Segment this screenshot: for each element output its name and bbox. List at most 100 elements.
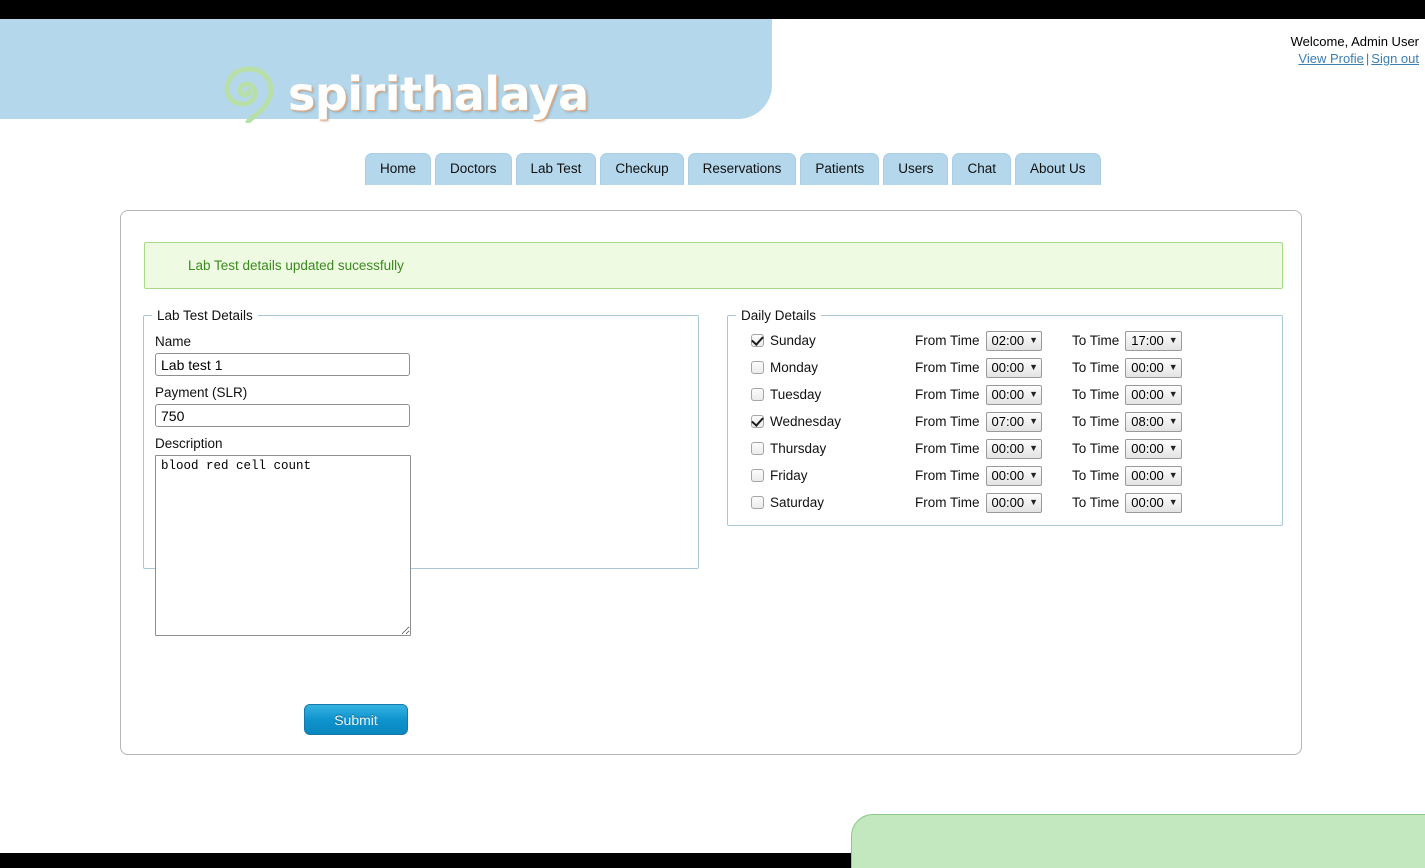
to-time-label-tuesday: To Time [1072,387,1119,402]
day-label-friday: Friday [770,468,915,483]
day-label-tuesday: Tuesday [770,387,915,402]
nav-tab-lab-test[interactable]: Lab Test [516,153,597,185]
to-time-value-saturday: 00:00 [1131,495,1164,510]
chevron-down-icon: ▼ [1169,498,1178,507]
daily-details-fieldset: Daily Details Sunday From Time 02:00 ▼ T… [727,308,1283,526]
from-time-label-tuesday: From Time [915,387,980,402]
account-links: View Profie|Sign out [1291,51,1419,67]
to-time-select-friday[interactable]: 00:00 ▼ [1125,466,1181,486]
day-row-tuesday: Tuesday From Time 00:00 ▼ To Time 00:00 … [741,381,1282,408]
to-time-select-monday[interactable]: 00:00 ▼ [1125,358,1181,378]
from-time-select-thursday[interactable]: 00:00 ▼ [986,439,1042,459]
lab-test-details-fieldset: Lab Test Details Name Payment (SLR) Desc… [143,308,699,569]
to-time-value-friday: 00:00 [1131,468,1164,483]
site-header: spirithalaya [0,19,772,119]
success-alert: Lab Test details updated sucessfully [144,242,1283,289]
to-time-label-saturday: To Time [1072,495,1119,510]
to-time-select-wednesday[interactable]: 08:00 ▼ [1125,412,1181,432]
nav-tab-about-us[interactable]: About Us [1015,153,1101,185]
success-alert-message: Lab Test details updated sucessfully [188,258,404,273]
chevron-down-icon: ▼ [1029,390,1038,399]
nav-tab-patients[interactable]: Patients [800,153,879,185]
chevron-down-icon: ▼ [1029,363,1038,372]
account-block: Welcome, Admin User View Profie|Sign out [1291,34,1419,67]
day-checkbox-monday[interactable] [751,361,764,374]
daily-details-legend: Daily Details [736,308,821,323]
day-row-saturday: Saturday From Time 00:00 ▼ To Time 00:00… [741,489,1282,516]
to-time-value-wednesday: 08:00 [1131,414,1164,429]
chevron-down-icon: ▼ [1029,498,1038,507]
from-time-label-monday: From Time [915,360,980,375]
from-time-select-tuesday[interactable]: 00:00 ▼ [986,385,1042,405]
nav-tab-checkup[interactable]: Checkup [600,153,683,185]
chevron-down-icon: ▼ [1169,417,1178,426]
to-time-label-sunday: To Time [1072,333,1119,348]
name-input[interactable] [155,353,410,376]
chevron-down-icon: ▼ [1169,363,1178,372]
page-body: spirithalaya Welcome, Admin User View Pr… [0,19,1425,853]
from-time-select-sunday[interactable]: 02:00 ▼ [986,331,1042,351]
to-time-value-tuesday: 00:00 [1131,387,1164,402]
to-time-select-saturday[interactable]: 00:00 ▼ [1125,493,1181,513]
to-time-select-tuesday[interactable]: 00:00 ▼ [1125,385,1181,405]
from-time-select-saturday[interactable]: 00:00 ▼ [986,493,1042,513]
description-label: Description [155,436,698,451]
to-time-label-wednesday: To Time [1072,414,1119,429]
chevron-down-icon: ▼ [1169,444,1178,453]
main-content-panel: Lab Test details updated sucessfully Lab… [120,210,1302,755]
from-time-select-friday[interactable]: 00:00 ▼ [986,466,1042,486]
brand-logo[interactable]: spirithalaya [222,65,589,123]
from-time-value-saturday: 00:00 [992,495,1025,510]
from-time-label-thursday: From Time [915,441,980,456]
day-checkbox-saturday[interactable] [751,496,764,509]
name-label: Name [155,334,698,349]
nav-tab-chat[interactable]: Chat [952,153,1011,185]
sign-out-link[interactable]: Sign out [1371,51,1419,66]
day-row-sunday: Sunday From Time 02:00 ▼ To Time 17:00 ▼ [741,327,1282,354]
nav-tab-home[interactable]: Home [365,153,431,185]
chevron-down-icon: ▼ [1169,336,1178,345]
day-checkbox-sunday[interactable] [751,334,764,347]
day-label-thursday: Thursday [770,441,915,456]
brand-name: spirithalaya [288,67,589,121]
from-time-select-monday[interactable]: 00:00 ▼ [986,358,1042,378]
submit-button[interactable]: Submit [304,704,408,735]
nav-tab-reservations[interactable]: Reservations [688,153,797,185]
link-separator: | [1366,51,1369,66]
nav-tab-doctors[interactable]: Doctors [435,153,512,185]
from-time-label-wednesday: From Time [915,414,980,429]
chevron-down-icon: ▼ [1029,444,1038,453]
chevron-down-icon: ▼ [1029,336,1038,345]
to-time-select-thursday[interactable]: 00:00 ▼ [1125,439,1181,459]
payment-input[interactable] [155,404,410,427]
from-time-value-friday: 00:00 [992,468,1025,483]
day-row-wednesday: Wednesday From Time 07:00 ▼ To Time 08:0… [741,408,1282,435]
day-label-wednesday: Wednesday [770,414,915,429]
from-time-value-thursday: 00:00 [992,441,1025,456]
day-checkbox-wednesday[interactable] [751,415,764,428]
description-textarea[interactable]: blood red cell count [155,455,411,636]
to-time-select-sunday[interactable]: 17:00 ▼ [1125,331,1181,351]
footer-panel [851,814,1425,868]
day-checkbox-thursday[interactable] [751,442,764,455]
page-root: spirithalaya Welcome, Admin User View Pr… [0,0,1425,868]
from-time-value-wednesday: 07:00 [992,414,1025,429]
nav-tab-users[interactable]: Users [883,153,948,185]
chevron-down-icon: ▼ [1169,390,1178,399]
day-row-monday: Monday From Time 00:00 ▼ To Time 00:00 ▼ [741,354,1282,381]
day-checkbox-friday[interactable] [751,469,764,482]
spiral-ear-logo-icon [222,65,276,123]
day-checkbox-tuesday[interactable] [751,388,764,401]
from-time-value-sunday: 02:00 [992,333,1025,348]
chevron-down-icon: ▼ [1029,471,1038,480]
lab-test-details-legend: Lab Test Details [152,308,258,323]
day-label-saturday: Saturday [770,495,915,510]
from-time-select-wednesday[interactable]: 07:00 ▼ [986,412,1042,432]
payment-label: Payment (SLR) [155,385,698,400]
to-time-label-thursday: To Time [1072,441,1119,456]
from-time-label-sunday: From Time [915,333,980,348]
lab-test-details-body: Name Payment (SLR) Description blood red… [144,323,698,636]
to-time-label-monday: To Time [1072,360,1119,375]
from-time-value-tuesday: 00:00 [992,387,1025,402]
view-profile-link[interactable]: View Profie [1298,51,1364,66]
